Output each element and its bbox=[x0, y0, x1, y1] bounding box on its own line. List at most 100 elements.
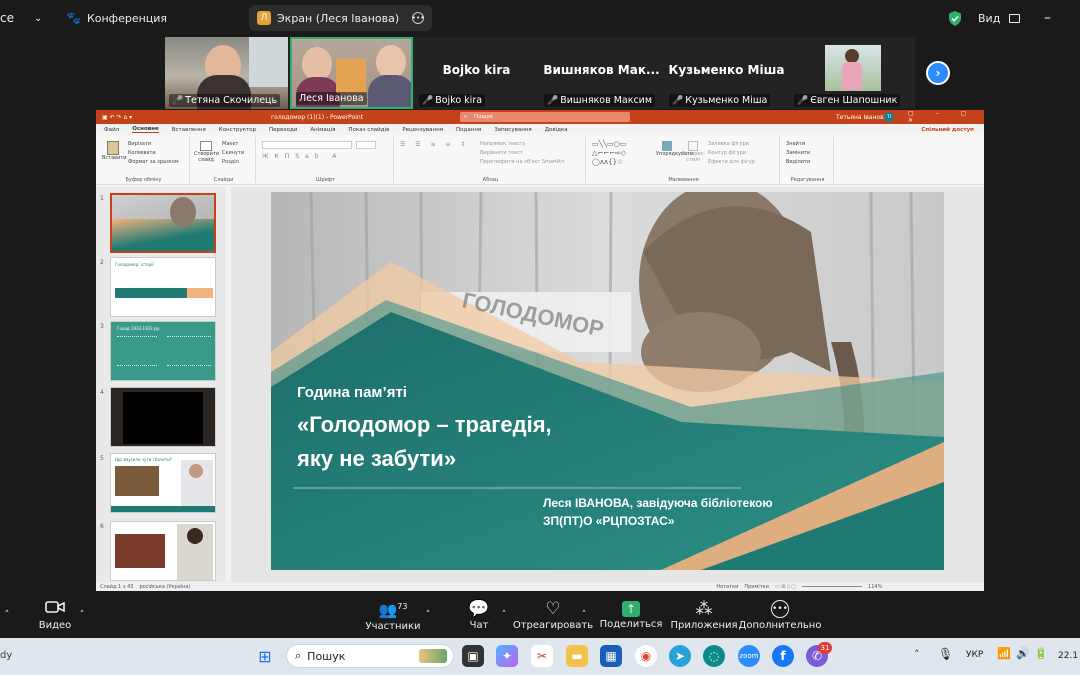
participant-tile[interactable]: Кузьменко Міша 🎤 Кузьменко Міша bbox=[665, 37, 788, 109]
volume-icon[interactable]: 🔊 bbox=[1016, 647, 1030, 660]
participants-button[interactable]: 👥73 Участники bbox=[365, 592, 420, 638]
user-avatar[interactable]: ТІ bbox=[884, 112, 894, 122]
task-view-icon[interactable]: ▣ bbox=[462, 645, 484, 667]
share-button[interactable]: ↑ Поделиться bbox=[600, 592, 662, 638]
view-mode-icons[interactable]: ▭ ⊞ ▯ ▢ bbox=[775, 584, 796, 590]
slide-thumbnail[interactable]: Що змусило чути і бачити? bbox=[110, 453, 216, 513]
slide-author-line2[interactable]: ЗП(ПТ)О «РЦПОЗТАС» bbox=[543, 514, 675, 528]
menu-help[interactable]: Довідка bbox=[545, 127, 568, 133]
facebook-icon[interactable]: f bbox=[772, 645, 794, 667]
menu-insert[interactable]: Вставлення bbox=[172, 127, 206, 133]
comments-button[interactable]: Примітки bbox=[744, 584, 769, 590]
shape-effects-button[interactable]: Ефекти для фігур bbox=[708, 158, 755, 167]
view-button[interactable]: Вид bbox=[978, 0, 1021, 36]
slide-author-line1[interactable]: Леся ІВАНОВА, завідуюча бібліотекою bbox=[543, 496, 773, 510]
zoom-level[interactable]: 114% bbox=[868, 584, 882, 590]
layout-button[interactable]: Макет bbox=[222, 140, 244, 149]
participant-tile[interactable]: 🎤 Тетяна Скочилець bbox=[165, 37, 288, 109]
format-painter-button[interactable]: Формат за зразком bbox=[128, 158, 179, 167]
slide-subtitle[interactable]: Година пам’яті bbox=[297, 384, 407, 401]
slide-thumbnail[interactable]: Голод 1932-1933 рр. bbox=[110, 321, 216, 381]
tray-chevron-icon[interactable]: ˄ bbox=[914, 648, 920, 661]
zoom-app-icon[interactable]: zoom bbox=[738, 645, 760, 667]
current-slide[interactable]: ГОЛОДОМОР Година пам’яті «Голодомор – тр… bbox=[271, 192, 944, 570]
quick-styles-button[interactable]: Експрес-стилі bbox=[682, 141, 705, 163]
slide-thumbnail[interactable] bbox=[110, 193, 216, 253]
snip-tool-icon[interactable]: ✂ bbox=[531, 645, 553, 667]
window-controls[interactable]: ▢ – ▢ ✕ bbox=[908, 110, 984, 124]
edge-icon[interactable]: ◌ bbox=[703, 645, 725, 667]
more-options-icon[interactable]: ••• bbox=[412, 12, 424, 24]
slide-thumbnail[interactable]: Голодомор: історії bbox=[110, 257, 216, 317]
menu-file[interactable]: Файл bbox=[104, 127, 119, 133]
find-button[interactable]: Знайти bbox=[786, 140, 810, 149]
caret-up-icon[interactable]: ˄ bbox=[578, 592, 590, 638]
copilot-icon[interactable]: ✦ bbox=[496, 645, 518, 667]
section-button[interactable]: Розділ bbox=[222, 158, 244, 167]
slide-thumbnail[interactable] bbox=[110, 387, 216, 447]
minimize-icon[interactable]: – bbox=[1044, 0, 1051, 36]
apps-button[interactable]: ⁂ Приложения bbox=[670, 592, 737, 638]
paste-button[interactable]: Вставити bbox=[102, 141, 127, 161]
menu-design[interactable]: Конструктор bbox=[219, 127, 256, 133]
menu-review[interactable]: Рецензування bbox=[402, 127, 443, 133]
caret-up-icon[interactable]: ˄ bbox=[422, 592, 434, 638]
conference-button[interactable]: 🐾 Конференция bbox=[66, 0, 167, 36]
smartart-button[interactable]: Перетворити на об'єкт SmartArt bbox=[480, 158, 564, 167]
caret-up-icon[interactable]: ˄ bbox=[0, 592, 14, 638]
share-access-button[interactable]: Спільний доступ bbox=[921, 127, 974, 133]
text-direction-button[interactable]: Напрямок тексту bbox=[480, 140, 564, 149]
video-button[interactable]: Видео bbox=[36, 592, 74, 638]
chrome-icon[interactable]: ◉ bbox=[635, 645, 657, 667]
font-size-select[interactable] bbox=[356, 141, 376, 149]
shape-outline-button[interactable]: Контур фігури bbox=[708, 149, 755, 158]
taskbar-search[interactable]: ⌕ Пошук bbox=[286, 644, 454, 668]
keyboard-language[interactable]: УКР bbox=[966, 650, 983, 660]
copy-button[interactable]: Копіювати bbox=[128, 149, 179, 158]
menu-view[interactable]: Подання bbox=[456, 127, 481, 133]
wifi-icon[interactable]: 📶 bbox=[997, 647, 1011, 660]
menu-animations[interactable]: Анімація bbox=[310, 127, 335, 133]
ppt-search-box[interactable]: ⌕ Пошук bbox=[460, 112, 630, 122]
chevron-down-icon[interactable]: ⌄ bbox=[34, 0, 42, 36]
slide-title-line2[interactable]: яку не забути» bbox=[297, 446, 456, 472]
screen-share-indicator[interactable]: Л Экран (Леся Іванова) ••• bbox=[249, 5, 432, 31]
language-indicator[interactable]: російська (Україна) bbox=[139, 584, 190, 590]
store-icon[interactable]: ▦ bbox=[600, 645, 622, 667]
menu-transitions[interactable]: Переходи bbox=[269, 127, 297, 133]
windows-start-icon[interactable]: ⊞ bbox=[254, 645, 276, 667]
shield-icon[interactable] bbox=[948, 0, 962, 36]
clock-date[interactable]: 22.1 bbox=[1058, 651, 1078, 661]
menu-slideshow[interactable]: Показ слайдів bbox=[348, 127, 389, 133]
battery-icon[interactable]: 🔋 bbox=[1034, 647, 1048, 660]
align-text-button[interactable]: Вирівняти текст bbox=[480, 149, 564, 158]
shapes-gallery[interactable]: ▭╲╲▭○▭ △⌐⌐⌐⇨◇ ◯ᴧᴧ{}☆ bbox=[592, 140, 650, 168]
more-button[interactable]: ••• Дополнительно bbox=[739, 592, 821, 638]
caret-up-icon[interactable]: ˄ bbox=[498, 592, 510, 638]
participant-tile[interactable]: 🎤 Євген Шапошник bbox=[790, 37, 913, 109]
microphone-icon[interactable]: 🎙 bbox=[938, 647, 953, 661]
slide-title-line1[interactable]: «Голодомор – трагедія, bbox=[297, 412, 552, 438]
list-buttons[interactable]: ☰ ☰ ≡ ≡ ⇕ bbox=[400, 141, 469, 148]
file-explorer-icon[interactable]: ▬ bbox=[566, 645, 588, 667]
menu-record[interactable]: Записування bbox=[494, 127, 531, 133]
menu-home[interactable]: Основне bbox=[132, 126, 159, 133]
notes-button[interactable]: Нотатки bbox=[716, 584, 738, 590]
shape-fill-button[interactable]: Заливка фігури bbox=[708, 140, 755, 149]
slide-thumbnail[interactable] bbox=[110, 521, 216, 581]
cut-button[interactable]: Вирізати bbox=[128, 140, 179, 149]
chat-button[interactable]: 💬 Чат bbox=[462, 592, 496, 638]
replace-button[interactable]: Замінити bbox=[786, 149, 810, 158]
caret-up-icon[interactable]: ˄ bbox=[76, 592, 88, 638]
participant-tile[interactable]: Bojko kira 🎤 Bojko kira bbox=[415, 37, 538, 109]
select-button[interactable]: Виділити bbox=[786, 158, 810, 167]
next-page-button[interactable]: › bbox=[926, 61, 950, 85]
telegram-icon[interactable]: ➤ bbox=[669, 645, 691, 667]
arrange-button[interactable]: Упорядкувати bbox=[656, 141, 693, 157]
participant-tile[interactable]: Вишняков Мак... 🎤 Вишняков Максим bbox=[540, 37, 663, 109]
new-slide-button[interactable]: Створити слайд bbox=[194, 141, 219, 163]
zoom-slider[interactable] bbox=[802, 586, 863, 587]
font-name-select[interactable] bbox=[262, 141, 352, 149]
reset-button[interactable]: Скинути bbox=[222, 149, 244, 158]
font-style-buttons[interactable]: ЖКПSab A bbox=[262, 153, 343, 160]
